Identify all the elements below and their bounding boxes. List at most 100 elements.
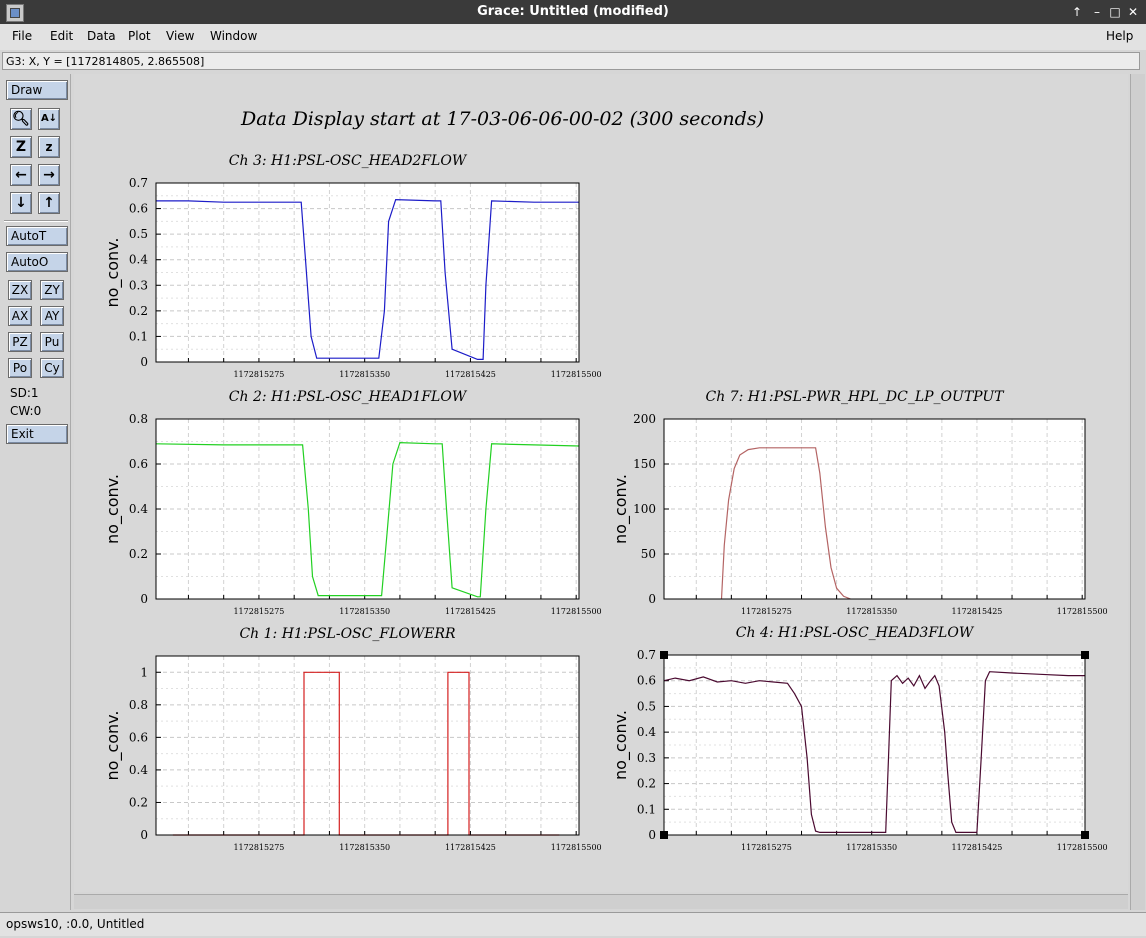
scroll-down-icon[interactable]: ↓ [10, 192, 32, 214]
x-tick-label: 1172815275 [741, 607, 792, 616]
selection-handle[interactable] [660, 651, 668, 659]
x-tick-label: 1172815275 [233, 607, 284, 616]
y-tick-label: 0.8 [129, 412, 148, 426]
autoo-button[interactable]: AutoO [6, 252, 68, 272]
y-tick-label: 0.3 [129, 278, 148, 292]
y-tick-label: 0 [648, 592, 656, 606]
x-tick-label: 1172815500 [551, 607, 602, 616]
y-tick-label: 150 [633, 457, 656, 471]
x-tick-label: 1172815500 [551, 843, 602, 852]
y-axis-label: no_conv. [103, 238, 123, 308]
po-button[interactable]: Po [8, 358, 32, 378]
set-default-label: SD:1 [10, 386, 39, 400]
zoom-x-icon[interactable]: Z [10, 136, 32, 158]
x-tick-label: 1172815425 [951, 843, 1002, 852]
zx-button[interactable]: ZX [8, 280, 32, 300]
y-tick-label: 0.6 [129, 457, 148, 471]
y-tick-label: 0.4 [637, 725, 656, 739]
y-axis-label: no_conv. [611, 710, 631, 780]
y-tick-label: 200 [633, 412, 656, 426]
footer-status: opsws10, :0.0, Untitled [0, 912, 1146, 936]
coordinates-readout: G3: X, Y = [1172814805, 2.865508] [2, 52, 1140, 70]
menu-plot[interactable]: Plot [128, 29, 151, 43]
pin-icon[interactable]: ↑ [1068, 3, 1086, 21]
chart-4: 0 0.2 0.4 0.6 0.8 1 1172815275 1172815350 117281… [103, 626, 602, 852]
x-tick-label: 1172815425 [951, 607, 1002, 616]
window-title: Grace: Untitled (modified) [477, 4, 669, 19]
text-annotate-icon[interactable]: A↓ [38, 108, 60, 130]
x-tick-label: 1172815350 [339, 607, 390, 616]
pz-button[interactable]: PZ [8, 332, 32, 352]
y-tick-label: 0.7 [637, 648, 656, 662]
menu-file[interactable]: File [12, 29, 32, 43]
chart-title: Ch 7: H1:PSL-PWR_HPL_DC_LP_OUTPUT [706, 389, 1006, 405]
exit-button[interactable]: Exit [6, 424, 68, 444]
plot-canvas[interactable]: Data Display start at 17-03-06-06-00-02 … [74, 74, 1128, 892]
zoom-icon[interactable]: 🔍︎ [10, 108, 32, 130]
y-tick-label: 0.2 [129, 547, 148, 561]
selection-handle[interactable] [1081, 831, 1089, 839]
y-tick-label: 0.2 [129, 795, 148, 809]
x-tick-label: 1172815275 [741, 843, 792, 852]
menu-data[interactable]: Data [87, 29, 116, 43]
y-axis-label: no_conv. [103, 711, 123, 781]
scroll-up-icon[interactable]: ↑ [38, 192, 60, 214]
y-tick-label: 0.4 [129, 502, 148, 516]
menu-help[interactable]: Help [1106, 29, 1133, 43]
ax-button[interactable]: AX [8, 306, 32, 326]
y-tick-label: 0.5 [637, 699, 656, 713]
autot-button[interactable]: AutoT [6, 226, 68, 246]
zoom-y-icon[interactable]: z [38, 136, 60, 158]
y-tick-label: 0.1 [637, 802, 656, 816]
cy-button[interactable]: Cy [40, 358, 64, 378]
page-title: Data Display start at 17-03-06-06-00-02 … [240, 108, 764, 130]
current-world-label: CW:0 [10, 404, 42, 418]
menu-view[interactable]: View [166, 29, 194, 43]
draw-button[interactable]: Draw [6, 80, 68, 100]
x-tick-label: 1172815275 [233, 370, 284, 379]
y-tick-label: 0.2 [129, 304, 148, 318]
horizontal-scrollbar[interactable] [74, 894, 1128, 909]
minimize-icon[interactable]: – [1088, 3, 1106, 21]
zy-button[interactable]: ZY [40, 280, 64, 300]
y-tick-label: 0.6 [129, 730, 148, 744]
chart-title: Ch 4: H1:PSL-OSC_HEAD3FLOW [736, 625, 975, 641]
y-tick-label: 0 [140, 828, 148, 842]
y-axis-label: no_conv. [103, 474, 123, 544]
pu-button[interactable]: Pu [40, 332, 64, 352]
y-tick-label: 0.4 [129, 763, 148, 777]
menu-edit[interactable]: Edit [50, 29, 73, 43]
y-tick-label: 0.2 [637, 777, 656, 791]
y-tick-label: 0.4 [129, 253, 148, 267]
y-tick-label: 0.6 [129, 202, 148, 216]
x-tick-label: 1172815500 [1057, 607, 1108, 616]
y-tick-label: 0 [648, 828, 656, 842]
selection-handle[interactable] [660, 831, 668, 839]
scroll-right-icon[interactable]: → [38, 164, 60, 186]
y-tick-label: 0.5 [129, 227, 148, 241]
y-tick-label: 0.6 [637, 674, 656, 688]
maximize-icon[interactable]: □ [1106, 3, 1124, 21]
chart-title: Ch 2: H1:PSL-OSC_HEAD1FLOW [229, 389, 468, 405]
scroll-left-icon[interactable]: ← [10, 164, 32, 186]
plot-area [156, 656, 579, 835]
y-tick-label: 0 [140, 355, 148, 369]
x-tick-label: 1172815425 [445, 607, 496, 616]
x-tick-label: 1172815500 [551, 370, 602, 379]
close-icon[interactable]: ✕ [1124, 3, 1142, 21]
plot-svg[interactable]: Data Display start at 17-03-06-06-00-02 … [74, 74, 1128, 892]
ay-button[interactable]: AY [40, 306, 64, 326]
menu-bar: File Edit Data Plot View Window Help [0, 24, 1146, 50]
x-tick-label: 1172815275 [233, 843, 284, 852]
chart-2: 0 0.2 0.4 0.6 0.8 1172815275 1172815350 1172815… [103, 389, 602, 616]
toolbox-separator [4, 220, 68, 222]
chart-5: 0 0.1 0.2 0.3 0.4 0.5 0.6 0.7 1172815275 11728153… [611, 625, 1108, 852]
vertical-scrollbar[interactable] [1130, 74, 1145, 910]
chart-title: Ch 1: H1:PSL-OSC_FLOWERR [239, 626, 456, 642]
selection-handle[interactable] [1081, 651, 1089, 659]
y-tick-label: 100 [633, 502, 656, 516]
menu-window[interactable]: Window [210, 29, 257, 43]
y-tick-label: 50 [641, 547, 656, 561]
x-tick-label: 1172815425 [445, 843, 496, 852]
x-tick-label: 1172815350 [339, 843, 390, 852]
